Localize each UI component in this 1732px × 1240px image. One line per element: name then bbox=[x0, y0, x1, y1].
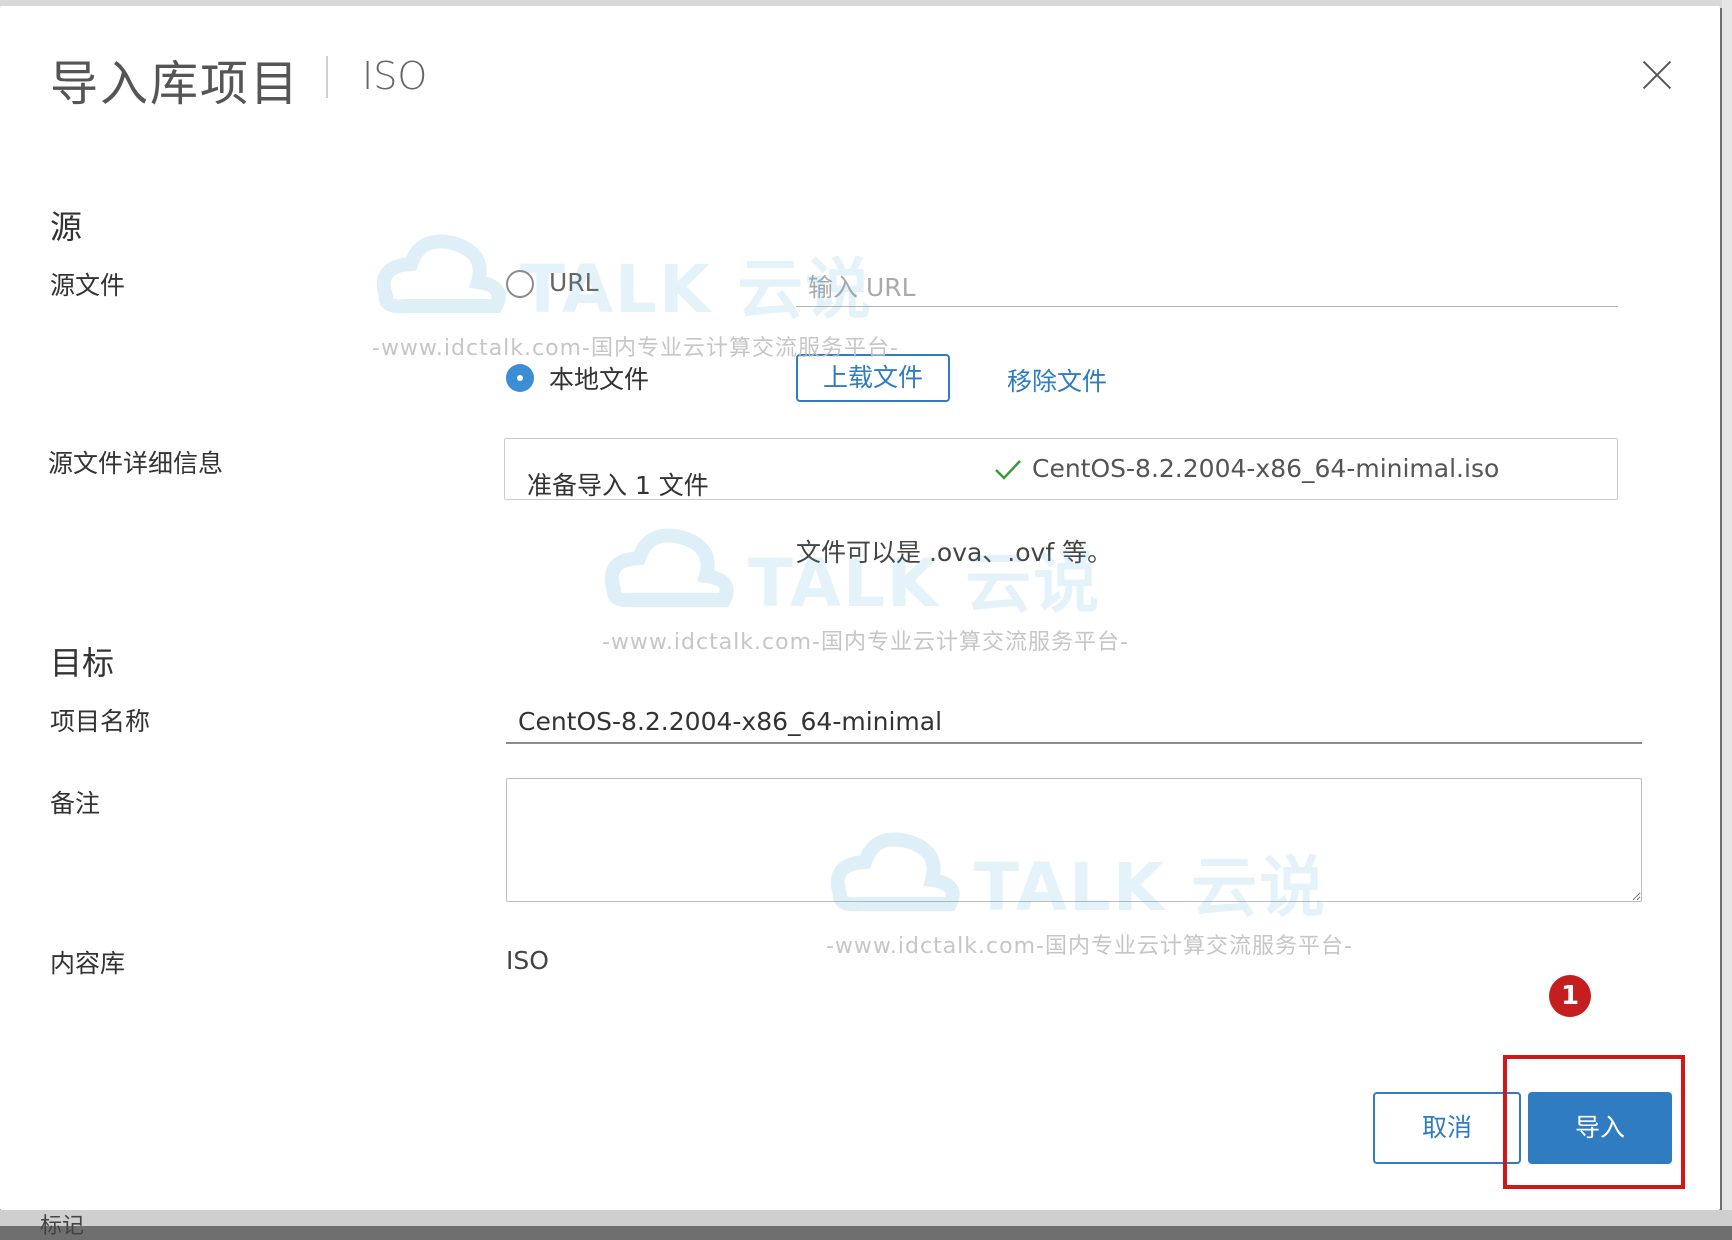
step-badge: 1 bbox=[1549, 975, 1591, 1017]
watermark-url-2: -www.idctalk.com-国内专业云计算交流服务平台- bbox=[602, 630, 1129, 655]
source-file-label: 源文件 bbox=[50, 271, 126, 300]
remove-file-link[interactable]: 移除文件 bbox=[1007, 362, 1107, 398]
target-section-heading: 目标 bbox=[50, 644, 115, 682]
dialog-title: 导入库项目 bbox=[50, 56, 301, 112]
background-page-bottom bbox=[0, 1210, 1732, 1226]
background-page-right bbox=[1722, 0, 1732, 1226]
url-input[interactable] bbox=[796, 306, 1618, 307]
local-file-radio[interactable] bbox=[506, 364, 534, 392]
watermark-brand-1: TALK 云说 bbox=[520, 251, 874, 328]
content-library-label: 内容库 bbox=[50, 949, 126, 978]
watermark-brand-3: TALK 云说 bbox=[974, 849, 1328, 926]
watermark-url-1: -www.idctalk.com-国内专业云计算交流服务平台- bbox=[372, 336, 899, 361]
item-name-input[interactable] bbox=[506, 700, 1642, 744]
details-filename: CentOS-8.2.2004-x86_64-minimal.iso bbox=[1032, 454, 1500, 483]
watermark-logo-icon bbox=[604, 528, 734, 608]
details-status: 准备导入 1 文件 bbox=[527, 471, 709, 500]
watermark-logo-icon bbox=[830, 832, 960, 912]
source-details-label: 源文件详细信息 bbox=[48, 449, 224, 478]
background-page-label: 标记 bbox=[40, 1214, 85, 1239]
item-name-label: 项目名称 bbox=[50, 707, 151, 736]
content-library-value: ISO bbox=[506, 946, 549, 975]
import-button-highlight bbox=[1503, 1055, 1685, 1189]
local-file-radio-label: 本地文件 bbox=[549, 365, 650, 394]
check-icon bbox=[995, 460, 1021, 480]
watermark-brand-2: TALK 云说 bbox=[748, 545, 1102, 622]
cancel-button[interactable]: 取消 bbox=[1373, 1092, 1521, 1164]
dialog-subtitle: ISO bbox=[362, 54, 428, 98]
watermark-logo-icon bbox=[376, 234, 506, 314]
title-separator bbox=[326, 56, 328, 98]
watermark-url-3: -www.idctalk.com-国内专业云计算交流服务平台- bbox=[826, 934, 1353, 959]
source-section-heading: 源 bbox=[50, 208, 83, 246]
notes-label: 备注 bbox=[50, 789, 101, 818]
close-icon[interactable] bbox=[1632, 50, 1682, 100]
